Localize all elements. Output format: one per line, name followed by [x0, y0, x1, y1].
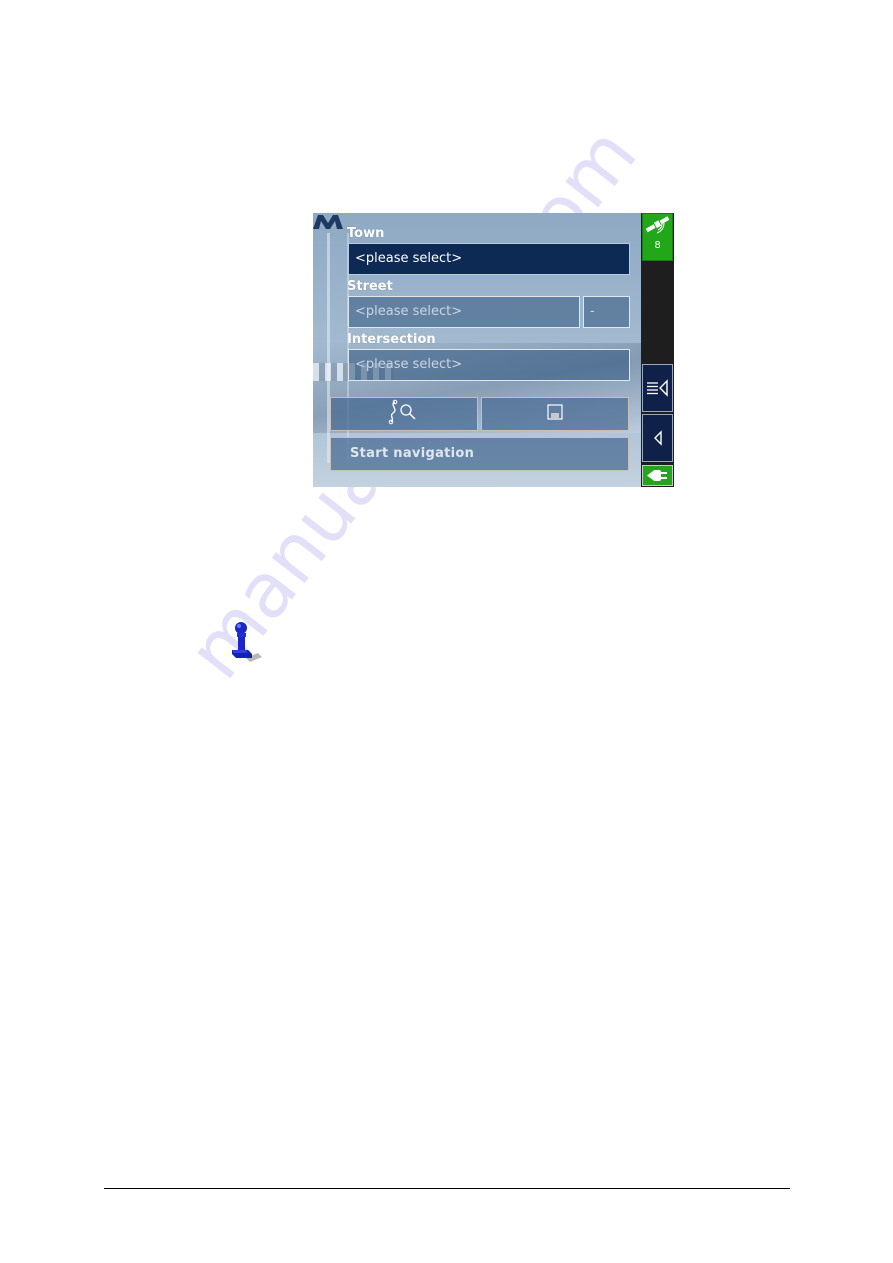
house-number-field[interactable]: - — [583, 296, 630, 328]
gps-status[interactable]: 8 — [642, 213, 673, 261]
satellite-icon — [645, 216, 670, 234]
device-screen: Town <please select> Street <please sele… — [313, 213, 674, 487]
route-search-icon — [386, 399, 422, 429]
street-field[interactable]: <please select> — [348, 296, 580, 328]
logo-icon — [313, 215, 343, 229]
back-icon — [654, 430, 662, 446]
menu-back-icon — [647, 379, 668, 397]
route-search-button[interactable] — [330, 397, 478, 431]
power-plug-icon — [647, 470, 667, 481]
start-navigation-label: Start navigation — [350, 446, 475, 461]
side-panel: 8 — [641, 213, 674, 487]
back-button[interactable] — [642, 414, 673, 462]
start-navigation-button[interactable]: Start navigation — [330, 437, 629, 471]
menu-back-button[interactable] — [642, 364, 673, 412]
satellite-count: 8 — [654, 240, 661, 251]
power-status — [642, 465, 673, 486]
intersection-label: Intersection — [347, 332, 436, 347]
brand-logo — [313, 215, 343, 229]
town-field[interactable]: <please select> — [348, 243, 630, 275]
town-label: Town — [347, 226, 385, 241]
footer-rule — [104, 1188, 790, 1189]
intersection-field[interactable]: <please select> — [348, 349, 630, 381]
save-icon — [547, 404, 563, 424]
street-label: Street — [347, 279, 393, 294]
info-figure-icon — [228, 620, 264, 662]
save-button[interactable] — [481, 397, 629, 431]
